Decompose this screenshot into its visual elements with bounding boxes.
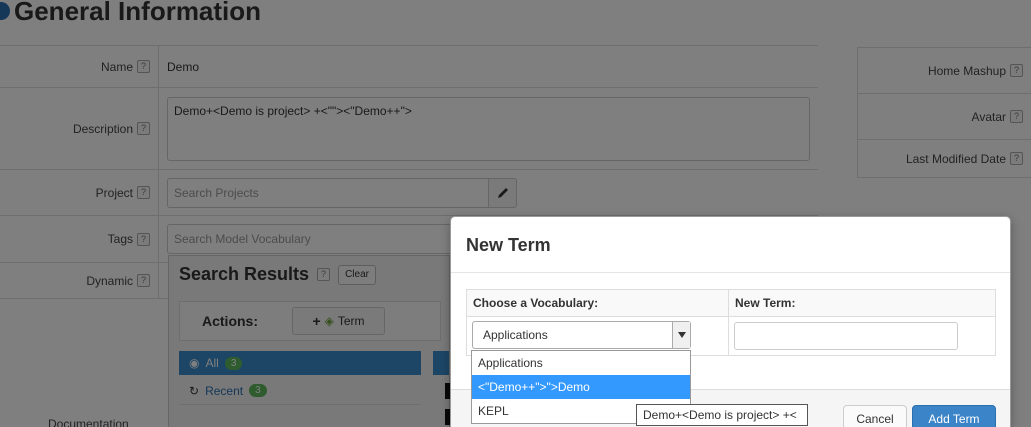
dropdown-option-highlighted[interactable]: <"Demo++">">Demo	[472, 375, 690, 399]
dialog-title: New Term	[466, 235, 551, 255]
divider	[451, 272, 1010, 273]
new-term-column-header: New Term:	[735, 296, 796, 310]
new-term-table: Choose a Vocabulary: New Term: Applicati…	[466, 289, 996, 356]
tooltip: Demo+<Demo is project> +<	[636, 404, 808, 426]
chevron-down-icon[interactable]	[672, 322, 690, 348]
vocabulary-column-header: Choose a Vocabulary:	[467, 290, 729, 316]
vocabulary-select[interactable]: Applications	[472, 321, 691, 349]
new-term-input[interactable]	[734, 322, 958, 350]
add-term-submit-button[interactable]: Add Term	[912, 405, 996, 427]
dropdown-option[interactable]: Applications	[472, 351, 690, 375]
cancel-button[interactable]: Cancel	[843, 405, 907, 427]
vocabulary-select-value: Applications	[483, 328, 548, 342]
